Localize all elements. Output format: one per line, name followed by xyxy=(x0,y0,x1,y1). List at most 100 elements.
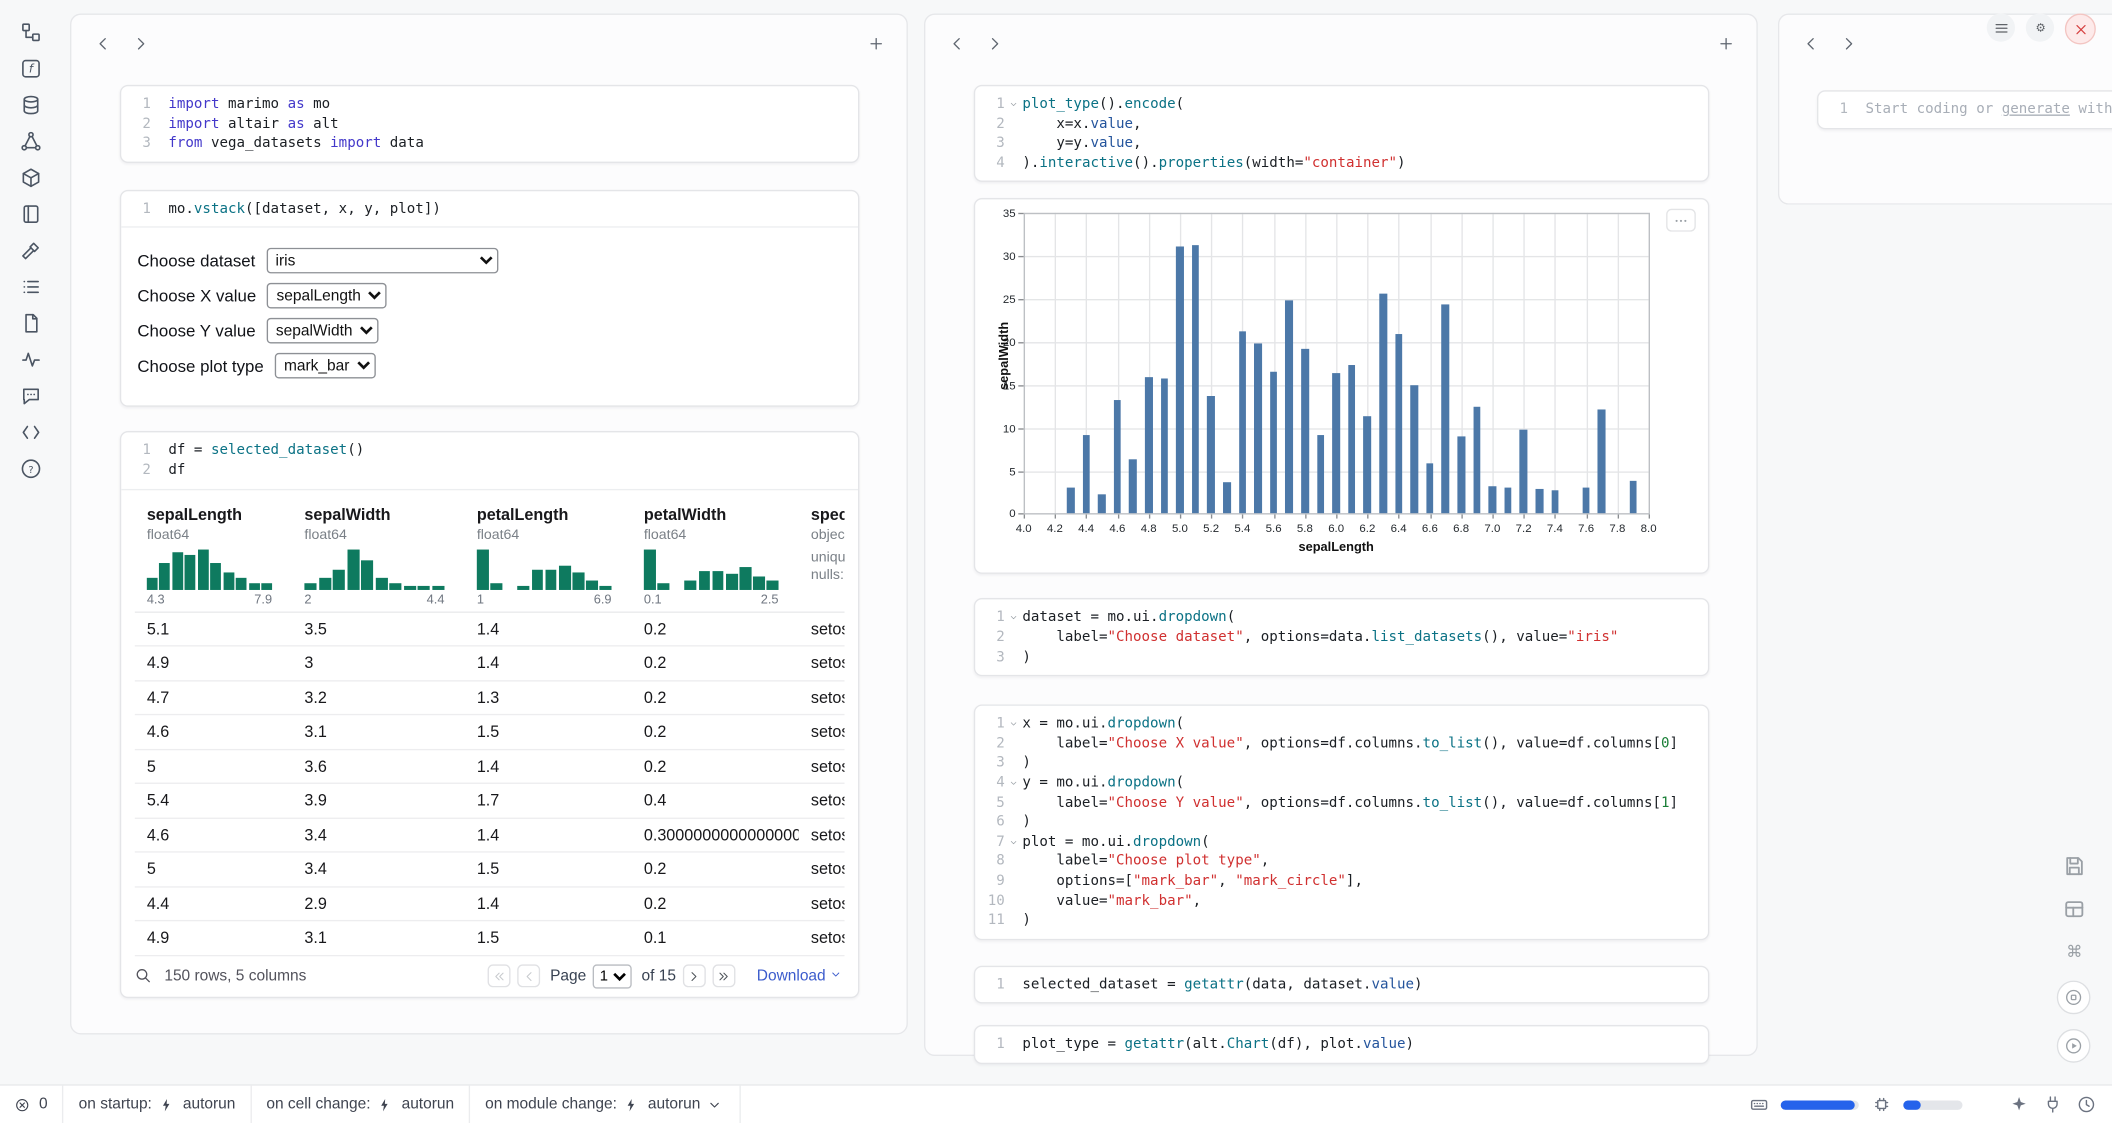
plug-icon[interactable] xyxy=(2042,1094,2062,1114)
line-number: 1 xyxy=(127,94,151,114)
chat-icon[interactable] xyxy=(20,384,43,407)
menu-icon[interactable] xyxy=(1987,13,2015,41)
download-label: Download xyxy=(757,968,826,984)
first-page-button[interactable] xyxy=(488,964,511,987)
code-editor[interactable]: 1df = selected_dataset()2df xyxy=(121,433,858,488)
code-editor[interactable]: 1mo.vstack([dataset, x, y, plot]) xyxy=(121,191,858,227)
help-icon[interactable]: ? xyxy=(20,457,43,480)
code-editor[interactable]: 1import marimo as mo2import altair as al… xyxy=(121,86,858,161)
run-mode-value: autorun xyxy=(183,1096,236,1112)
function-icon[interactable]: f xyxy=(20,57,43,80)
x-tick-label: 5.6 xyxy=(1257,522,1289,535)
code-cell-plot-type[interactable]: 1plot_type = getattr(alt.Chart(df), plot… xyxy=(974,1025,1709,1064)
package-icon[interactable] xyxy=(20,166,43,189)
add-cell-button[interactable] xyxy=(1712,30,1739,57)
bar xyxy=(1520,430,1527,514)
empty-code-cell[interactable]: 1 Start coding or generate with xyxy=(1817,90,2112,129)
code-cell-xy-plot-dropdowns[interactable]: 1x = mo.ui.dropdown(2 label="Choose X va… xyxy=(974,705,1709,940)
list-icon[interactable] xyxy=(20,275,43,298)
hist-max-label: 2.5 xyxy=(761,592,779,607)
table-cell: 0.30000000000000004 xyxy=(632,818,799,851)
next-page-button[interactable] xyxy=(683,964,706,987)
x-tick-label: 7.8 xyxy=(1601,522,1633,535)
control-row: Choose Y valuesepalWidth xyxy=(137,318,841,344)
chevron-left-icon[interactable] xyxy=(943,30,970,57)
x-tick-label: 6.2 xyxy=(1351,522,1383,535)
code-editor[interactable]: 1 Start coding or generate with xyxy=(1818,92,2112,128)
activity-icon[interactable] xyxy=(20,348,43,371)
table-cell: 0.4 xyxy=(632,784,799,817)
altair-chart[interactable]: 4.04.24.44.64.85.05.25.45.65.86.06.26.46… xyxy=(974,199,1709,575)
code-cell-vstack[interactable]: 1mo.vstack([dataset, x, y, plot]) Choose… xyxy=(120,190,859,408)
keyboard-icon[interactable] xyxy=(1748,1094,1768,1114)
add-cell-button[interactable] xyxy=(862,30,889,57)
code-editor[interactable]: 1plot_type = getattr(alt.Chart(df), plot… xyxy=(975,1027,1708,1063)
code-editor[interactable]: 1selected_dataset = getattr(data, datase… xyxy=(975,967,1708,1003)
code-editor[interactable]: 1x = mo.ui.dropdown(2 label="Choose X va… xyxy=(975,706,1708,938)
table-clip: sepalLengthfloat64sepalWidthfloat64petal… xyxy=(135,495,845,956)
table-row: 5.43.91.70.4setosa xyxy=(135,784,845,818)
chart-actions-button[interactable] xyxy=(1666,209,1696,232)
code-editor[interactable]: 1dataset = mo.ui.dropdown(2 label="Choos… xyxy=(975,600,1708,675)
line-number: 1 xyxy=(1824,100,1848,120)
code-cell-selected-dataset[interactable]: 1selected_dataset = getattr(data, datase… xyxy=(974,965,1709,1004)
control-row: Choose datasetiris xyxy=(137,248,841,274)
generate-link[interactable]: generate xyxy=(2002,101,2070,117)
stop-circle-icon[interactable] xyxy=(2057,981,2091,1015)
x-tick-label: 5.4 xyxy=(1226,522,1258,535)
table-cell: setosa xyxy=(799,612,845,645)
run-mode-1[interactable]: on startup:autorun xyxy=(64,1086,252,1123)
layout-icon[interactable] xyxy=(2059,894,2087,922)
column-summary: 16.9 xyxy=(465,549,632,607)
brackets-icon[interactable] xyxy=(20,420,43,443)
page-select[interactable]: 1 xyxy=(593,964,632,988)
hammer-icon[interactable] xyxy=(20,238,43,261)
book-icon[interactable] xyxy=(20,202,43,225)
graph-icon[interactable] xyxy=(20,129,43,152)
x-value-select[interactable]: sepalLength xyxy=(267,283,387,309)
chevron-right-icon[interactable] xyxy=(981,30,1008,57)
code-editor[interactable]: 1plot_type().encode(2 x=x.value,3 y=y.va… xyxy=(975,86,1708,181)
chevron-left-icon[interactable] xyxy=(1797,30,1824,57)
last-page-button[interactable] xyxy=(712,964,735,987)
plot-type-label: Choose plot type xyxy=(137,357,263,376)
prev-page-button[interactable] xyxy=(518,964,541,987)
sparkle-icon[interactable] xyxy=(2008,1094,2028,1114)
chevron-right-icon[interactable] xyxy=(1835,30,1862,57)
table-row: 4.931.40.2setosa xyxy=(135,647,845,681)
save-icon[interactable] xyxy=(2059,851,2087,879)
column-1-header xyxy=(71,15,906,72)
errors-indicator[interactable]: 0 xyxy=(0,1086,64,1123)
gear-icon[interactable]: ⚙ xyxy=(2026,13,2054,41)
search-icon[interactable] xyxy=(135,967,154,986)
clock-icon[interactable] xyxy=(2076,1094,2096,1114)
hist-max-label: 6.9 xyxy=(594,592,612,607)
command-icon[interactable]: ⌘ xyxy=(2059,937,2087,965)
table-cell: 3.4 xyxy=(292,853,464,886)
y-value-select[interactable]: sepalWidth xyxy=(266,318,378,344)
table-cell: 5 xyxy=(135,750,293,783)
code-cell-plot[interactable]: 1plot_type().encode(2 x=x.value,3 y=y.va… xyxy=(974,85,1709,182)
close-icon[interactable] xyxy=(2065,13,2096,44)
line-number: 1 xyxy=(981,975,1005,995)
run-mode-3[interactable]: on module change:autorun xyxy=(470,1086,741,1123)
plot-type-select[interactable]: mark_bar xyxy=(275,353,376,379)
database-icon[interactable] xyxy=(20,93,43,116)
chevron-left-icon[interactable] xyxy=(89,30,116,57)
table-cell: 1.5 xyxy=(465,853,632,886)
chevron-right-icon[interactable] xyxy=(127,30,154,57)
play-circle-icon[interactable] xyxy=(2057,1029,2091,1063)
code-cell-imports[interactable]: 1import marimo as mo2import altair as al… xyxy=(120,85,859,163)
bar xyxy=(1317,435,1324,514)
column-dtype: object xyxy=(811,526,845,542)
code-cell-dataset[interactable]: 1dataset = mo.ui.dropdown(2 label="Choos… xyxy=(974,599,1709,677)
table-cell: 5 xyxy=(135,853,293,886)
table-cell: setosa xyxy=(799,921,845,954)
download-button[interactable]: Download xyxy=(757,968,842,984)
code-cell-dataframe[interactable]: 1df = selected_dataset()2df sepalLengthf… xyxy=(120,432,859,998)
file-tree-icon[interactable] xyxy=(20,20,43,43)
floating-toolbar: ⌘ xyxy=(2057,851,2091,1062)
run-mode-2[interactable]: on cell change:autorun xyxy=(252,1086,471,1123)
dataset-select[interactable]: iris xyxy=(266,248,498,274)
document-icon[interactable] xyxy=(20,311,43,334)
